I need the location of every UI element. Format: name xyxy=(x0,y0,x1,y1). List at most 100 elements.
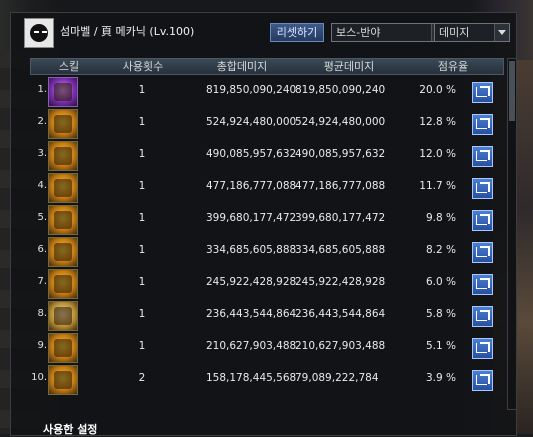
scrollbar[interactable] xyxy=(507,58,517,410)
total-damage: 490,085,957,632 xyxy=(206,148,297,160)
table-header: 스킬 사용횟수 총합데미지 평균데미지 점유율 xyxy=(30,58,504,75)
avg-damage: 490,085,957,632 xyxy=(295,148,386,160)
share-detail-icon[interactable] xyxy=(472,370,493,391)
reset-button[interactable]: 리셋하기 xyxy=(270,23,324,42)
col-skill: 스킬 xyxy=(58,60,80,73)
row-rank: 1. xyxy=(37,84,47,95)
share-percent: 8.2 % xyxy=(425,244,456,256)
total-damage: 819,850,090,240 xyxy=(206,84,297,96)
use-count: 2 xyxy=(138,372,146,384)
share-detail-icon[interactable] xyxy=(472,114,493,135)
row-rank: 9. xyxy=(37,340,47,351)
share-detail-icon[interactable] xyxy=(472,210,493,231)
avg-damage: 477,186,777,088 xyxy=(295,180,386,192)
skill-icon xyxy=(48,333,78,363)
avg-damage: 399,680,177,472 xyxy=(295,212,386,224)
col-share: 점유율 xyxy=(437,60,469,73)
share-percent: 6.0 % xyxy=(425,276,456,288)
skill-damage-table: 스킬 사용횟수 총합데미지 평균데미지 점유율 1. 1 819,850,090,2… xyxy=(30,58,504,395)
chevron-down-icon xyxy=(494,24,509,41)
table-row: 2. 1 524,924,480,000 524,924,480,000 12.8 % xyxy=(30,108,504,139)
total-damage: 158,178,445,568 xyxy=(206,372,297,384)
share-percent: 5.1 % xyxy=(425,340,456,352)
avg-damage: 524,924,480,000 xyxy=(295,116,386,128)
row-rank: 8. xyxy=(37,308,47,319)
character-avatar xyxy=(24,18,54,48)
total-damage: 334,685,605,888 xyxy=(206,244,297,256)
table-row: 8. 1 236,443,544,864 236,443,544,864 5.8 % xyxy=(30,300,504,331)
total-damage: 399,680,177,472 xyxy=(206,212,297,224)
share-percent: 12.0 % xyxy=(419,148,456,160)
share-percent: 9.8 % xyxy=(425,212,456,224)
share-detail-icon[interactable] xyxy=(472,338,493,359)
skill-icon xyxy=(48,301,78,331)
skill-icon xyxy=(48,173,78,203)
panel-header: 섬마벨 / 頁 메카닉 (Lv.100) 리셋하기 보스-반야 데미지 xyxy=(20,14,510,48)
use-count: 1 xyxy=(138,84,146,96)
avatar-face-icon xyxy=(30,24,48,42)
share-detail-icon[interactable] xyxy=(472,242,493,263)
total-damage: 210,627,903,488 xyxy=(206,340,297,352)
boss-select-value: 보스-반야 xyxy=(336,26,381,39)
avg-damage: 236,443,544,864 xyxy=(295,308,386,320)
use-count: 1 xyxy=(138,244,146,256)
col-total-damage: 총합데미지 xyxy=(216,60,268,73)
table-row: 3. 1 490,085,957,632 490,085,957,632 12.0 % xyxy=(30,140,504,171)
share-detail-icon[interactable] xyxy=(472,306,493,327)
share-percent: 3.9 % xyxy=(425,372,456,384)
scrollbar-thumb[interactable] xyxy=(509,61,515,121)
table-row: 4. 1 477,186,777,088 477,186,777,088 11.7 % xyxy=(30,172,504,203)
use-count: 1 xyxy=(138,308,146,320)
avg-damage: 245,922,428,928 xyxy=(295,276,386,288)
share-detail-icon[interactable] xyxy=(472,274,493,295)
share-percent: 5.8 % xyxy=(425,308,456,320)
skill-icon xyxy=(48,77,78,107)
table-row: 1. 1 819,850,090,240 819,850,090,240 20.0 % xyxy=(30,76,504,107)
use-count: 1 xyxy=(138,276,146,288)
total-damage: 245,922,428,928 xyxy=(206,276,297,288)
boss-select[interactable]: 보스-반야 xyxy=(331,23,447,42)
table-row: 9. 1 210,627,903,488 210,627,903,488 5.1 % xyxy=(30,332,504,363)
row-rank: 5. xyxy=(37,212,47,223)
share-detail-icon[interactable] xyxy=(472,178,493,199)
character-title: 섬마벨 / 頁 메카닉 (Lv.100) xyxy=(60,25,195,38)
total-damage: 477,186,777,088 xyxy=(206,180,297,192)
skill-icon xyxy=(48,237,78,267)
share-detail-icon[interactable] xyxy=(472,82,493,103)
table-row: 7. 1 245,922,428,928 245,922,428,928 6.0 % xyxy=(30,268,504,299)
col-uses: 사용횟수 xyxy=(122,60,164,73)
use-count: 1 xyxy=(138,212,146,224)
row-rank: 4. xyxy=(37,180,47,191)
table-row: 5. 1 399,680,177,472 399,680,177,472 9.8 % xyxy=(30,204,504,235)
avg-damage: 210,627,903,488 xyxy=(295,340,386,352)
row-rank: 2. xyxy=(37,116,47,127)
use-count: 1 xyxy=(138,116,146,128)
share-detail-icon[interactable] xyxy=(472,146,493,167)
col-avg-damage: 평균데미지 xyxy=(323,60,375,73)
used-settings-label: 사용한 설정 xyxy=(43,423,98,436)
total-damage: 524,924,480,000 xyxy=(206,116,297,128)
skill-icon xyxy=(48,109,78,139)
row-rank: 3. xyxy=(37,148,47,159)
avg-damage: 334,685,605,888 xyxy=(295,244,386,256)
row-rank: 10. xyxy=(31,372,47,383)
use-count: 1 xyxy=(138,180,146,192)
table-row: 10. 2 158,178,445,568 79,089,222,784 3.9 % xyxy=(30,364,504,395)
avg-damage: 79,089,222,784 xyxy=(295,372,379,384)
use-count: 1 xyxy=(138,340,146,352)
skill-icon xyxy=(48,141,78,171)
skill-icon xyxy=(48,269,78,299)
metric-select-value: 데미지 xyxy=(439,26,470,39)
total-damage: 236,443,544,864 xyxy=(206,308,297,320)
skill-icon xyxy=(48,205,78,235)
share-percent: 12.8 % xyxy=(419,116,456,128)
use-count: 1 xyxy=(138,148,146,160)
metric-select[interactable]: 데미지 xyxy=(434,23,510,42)
share-percent: 20.0 % xyxy=(419,84,456,96)
avg-damage: 819,850,090,240 xyxy=(295,84,386,96)
skill-icon xyxy=(48,365,78,395)
row-rank: 7. xyxy=(37,276,47,287)
table-row: 6. 1 334,685,605,888 334,685,605,888 8.2 % xyxy=(30,236,504,267)
row-rank: 6. xyxy=(37,244,47,255)
share-percent: 11.7 % xyxy=(419,180,456,192)
